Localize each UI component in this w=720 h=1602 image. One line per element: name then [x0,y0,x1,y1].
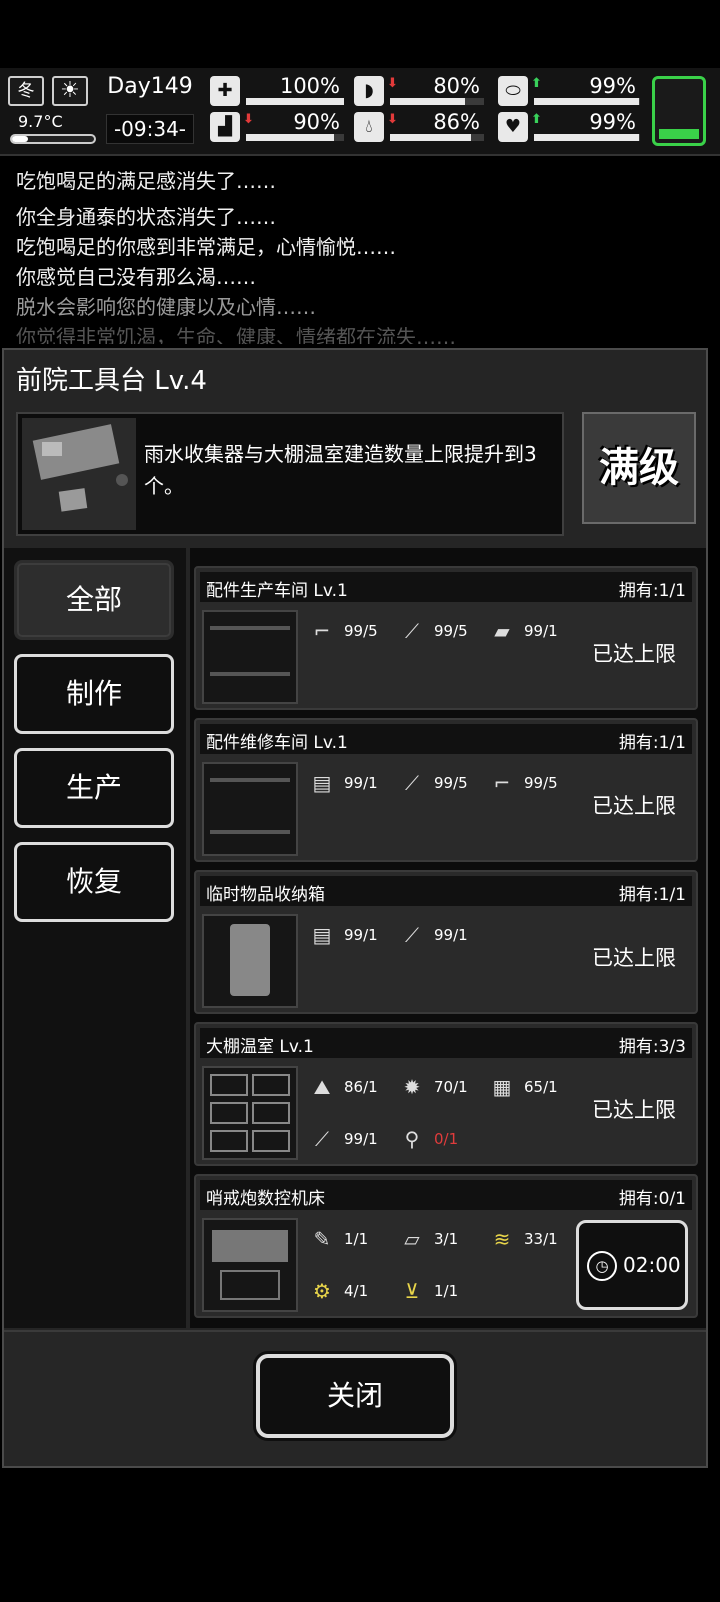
temperature-value: 9.7°C [18,112,63,131]
log-line: 吃饱喝足的你感到非常满足，心情愉悦…… [16,235,396,259]
close-button[interactable]: 关闭 [256,1354,454,1438]
tab-produce[interactable]: 生产 [14,748,174,828]
day-counter: Day149 [107,74,193,99]
owned-count: 拥有:1/1 [618,885,686,905]
trend-down-icon: ⬇ [387,112,398,127]
item-image [202,914,298,1008]
sun-icon: ☀ [52,76,88,106]
list-item[interactable]: 哨戒炮数控机床 拥有:0/1 ✎ 1/1 ▱ 3/1 ≋ 33/1 ⚙ 4/1 ⊻ 1/1 … [194,1174,698,1318]
thermometer-bar [10,134,96,144]
build-timer-button[interactable]: ◷ 02:00 [576,1220,688,1310]
season-indicator: 冬 [8,76,44,106]
item-image [202,1218,298,1312]
log-line: 吃饱喝足的满足感消失了…… [16,169,276,193]
medkit-icon: ✚ [210,76,240,106]
item-name: 配件维修车间 Lv.1 [206,733,348,753]
limit-reached-label: 已达上限 [592,794,676,818]
vest-icon: ⊻ [404,1279,420,1303]
bricks-icon: ▦ [492,1075,512,1099]
workbench-image [22,418,136,530]
status-hud: 冬 ☀ 9.7°C Day149 -09:34- ✚ 100% ◗ ⬇ 80% … [0,68,720,154]
stomach-icon: ◗ [354,76,384,106]
item-image [202,762,298,856]
list-item[interactable]: 大棚温室 Lv.1 拥有:3/3 ⛰ 86/1 ✹ 70/1 ▦ 65/1 ⟋ 99/1 … [194,1022,698,1166]
owned-count: 拥有:3/3 [618,1037,686,1057]
cloth-roll-icon: ▤ [312,771,332,795]
shovel-icon: ⚲ [404,1127,420,1151]
item-name: 哨戒炮数控机床 [206,1189,325,1209]
pill-icon: ⬭ [498,76,528,106]
log-line: 你全身通泰的状态消失了…… [16,205,276,229]
trend-up-icon: ⬆ [531,112,542,127]
tab-recover[interactable]: 恢复 [14,842,174,922]
temperature-gauge: 9.7°C [8,112,96,148]
list-item[interactable]: 配件生产车间 Lv.1 拥有:1/1 ⌐ 99/5 ⟋ 99/5 ▰ 99/1 已达上限 [194,566,698,710]
chisel-icon: ✎ [313,1227,331,1251]
list-item[interactable]: 临时物品收纳箱 拥有:1/1 ▤ 99/1 ⟋ 99/1 已达上限 [194,870,698,1014]
plank-icon: ▰ [494,619,510,643]
limit-reached-label: 已达上限 [592,642,676,666]
straw-icon: ✹ [403,1075,421,1099]
owned-count: 拥有:1/1 [618,733,686,753]
item-image [202,610,298,704]
stat-stamina: ▟ ⬇ 90% [210,110,344,142]
workbench-panel: 前院工具台 Lv.4 雨水收集器与大棚温室建造数量上限提升到3个。 满级 全部 … [2,348,708,1468]
stat-thirst: 💧︎ ⬇ 86% [354,110,484,142]
upgrade-info: 雨水收集器与大棚温室建造数量上限提升到3个。 [16,412,564,536]
tab-all[interactable]: 全部 [14,560,174,640]
nails-icon: ⟋ [405,923,419,947]
clock-icon: ◷ [587,1251,617,1281]
log-line: 脱水会影响您的健康以及心情…… [16,295,316,319]
stat-hunger: ◗ ⬇ 80% [354,74,484,106]
owned-count: 拥有:1/1 [618,581,686,601]
trend-up-icon: ⬆ [531,76,542,91]
equipment-slot[interactable] [652,76,706,146]
trend-down-icon: ⬇ [387,76,398,91]
stat-medicine: ⬭ ⬆ 99% [498,74,640,106]
limit-reached-label: 已达上限 [592,1098,676,1122]
max-level-badge: 满级 [582,412,696,524]
list-item[interactable]: 配件维修车间 Lv.1 拥有:1/1 ▤ 99/1 ⟋ 99/5 ⌐ 99/5 已达上限 [194,718,698,862]
soil-icon: ⛰ [313,1075,331,1099]
pipe-icon: ⌐ [313,619,331,643]
stat-mood: ♥ ⬆ 99% [498,110,640,142]
log-line: 你觉得非常饥渴，生命、健康、情绪都在流失…… [16,325,456,344]
nails-icon: ⟋ [405,771,419,795]
foot-icon: ▟ [210,112,240,142]
cloth-roll-icon: ▤ [312,923,332,947]
trend-down-icon: ⬇ [243,112,254,127]
heart-icon: ♥ [498,112,528,142]
metal-sheet-icon: ▱ [404,1227,420,1251]
item-name: 大棚温室 Lv.1 [206,1037,314,1057]
building-list[interactable]: 配件生产车间 Lv.1 拥有:1/1 ⌐ 99/5 ⟋ 99/5 ▰ 99/1 已达上限… [190,548,706,1328]
item-name: 配件生产车间 Lv.1 [206,581,348,601]
game-clock: -09:34- [106,114,194,144]
tab-craft[interactable]: 制作 [14,654,174,734]
water-drop-icon: 💧︎ [354,112,384,142]
panel-footer: 关闭 [4,1330,706,1466]
pipe-icon: ⌐ [493,771,511,795]
category-tabs: 全部 制作 生产 恢复 [4,548,186,1328]
panel-title: 前院工具台 Lv.4 [16,366,207,396]
gear-parts-icon: ⚙ [313,1279,331,1303]
nails-icon: ⟋ [405,619,419,643]
message-log[interactable]: 吃饱喝足的满足感消失了…… 你全身通泰的状态消失了…… 吃饱喝足的你感到非常满足… [0,154,720,344]
spring-icon: ≋ [493,1227,511,1251]
nails-icon: ⟋ [315,1127,329,1151]
item-image [202,1066,298,1160]
stat-health: ✚ 100% [210,74,344,106]
log-line: 你感觉自己没有那么渴…… [16,265,256,289]
owned-count: 拥有:0/1 [618,1189,686,1209]
limit-reached-label: 已达上限 [592,946,676,970]
item-name: 临时物品收纳箱 [206,885,325,905]
upgrade-description: 雨水收集器与大棚温室建造数量上限提升到3个。 [144,442,537,498]
